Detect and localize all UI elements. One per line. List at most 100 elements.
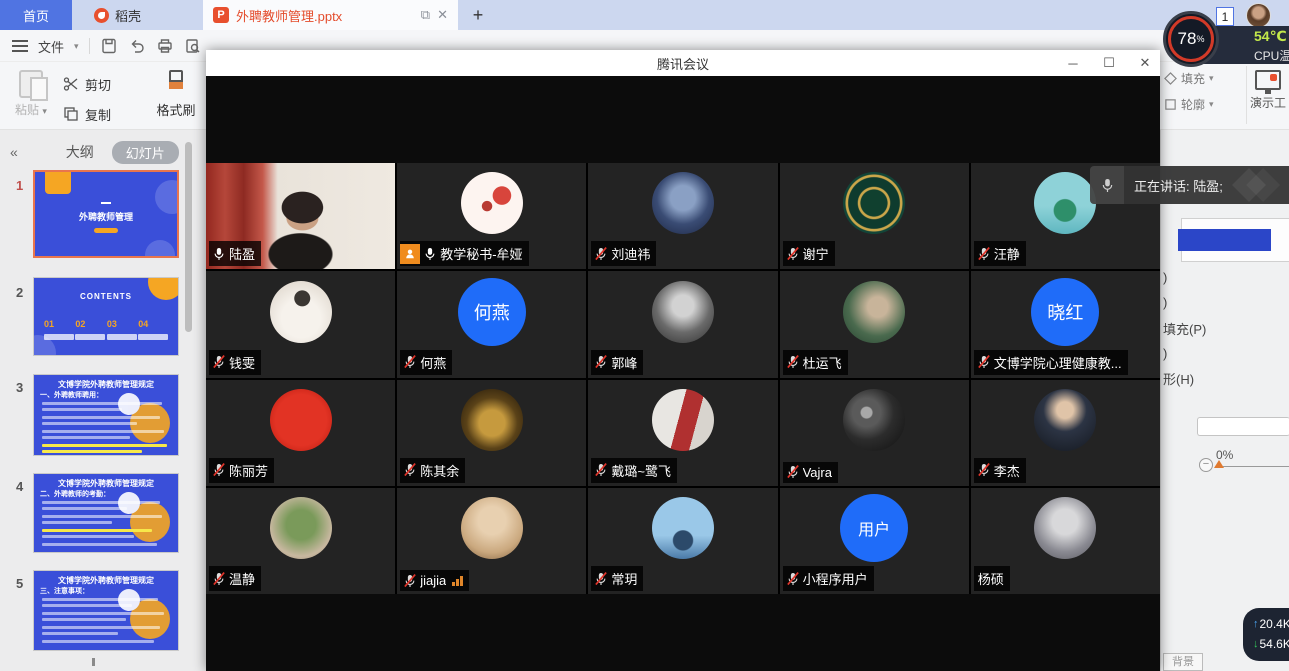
participant-nameplate: jiajia [400, 570, 469, 591]
blue-color-swatch[interactable] [1178, 229, 1271, 251]
participant-tile[interactable]: 陈丽芳 [206, 380, 395, 486]
participant-tile[interactable]: 杨硕 [971, 488, 1160, 594]
participant-tile[interactable]: 刘迪祎 [588, 163, 777, 269]
participant-name: 教学秘书-牟娅 [440, 244, 522, 263]
chevron-down-icon[interactable]: ▾ [74, 41, 79, 52]
tab-docer[interactable]: 稻壳 [72, 0, 202, 30]
mic-muted-icon [787, 572, 799, 586]
participant-tile[interactable]: Vajra [780, 380, 969, 486]
avatar [1034, 172, 1096, 234]
close-button[interactable]: ✕ [1138, 55, 1152, 71]
collapse-panel-icon[interactable]: « [10, 144, 16, 160]
participant-tile[interactable]: jiajia [397, 488, 586, 594]
cut-button[interactable]: 剪切 [62, 72, 111, 96]
participant-nameplate: 陆盈 [209, 241, 261, 266]
upload-speed: 20.4K [1260, 617, 1289, 631]
participant-name: 杜运飞 [803, 353, 842, 372]
file-menu[interactable]: 文件 [38, 37, 64, 56]
participant-nameplate: 文博学院心理健康教... [974, 350, 1128, 375]
download-speed: 54.6K [1260, 637, 1289, 651]
avatar [1034, 389, 1096, 451]
tab-docer-label: 稻壳 [115, 6, 141, 25]
monitor-icon[interactable]: ⧉ [421, 7, 430, 23]
ppt-file-icon: P [213, 7, 229, 23]
participant-name: 刘迪祎 [611, 244, 650, 263]
slide-number: 3 [16, 380, 23, 395]
participant-tile[interactable]: 杜运飞 [780, 271, 969, 377]
panel-scrollbar[interactable] [185, 142, 192, 332]
participant-tile[interactable]: 何燕 何燕 [397, 271, 586, 377]
meeting-window-title: 腾讯会议 [206, 54, 1160, 73]
close-tab-icon[interactable]: ✕ [437, 7, 448, 23]
undo-icon[interactable] [128, 37, 146, 55]
mic-muted-icon [404, 355, 416, 369]
tab-document[interactable]: P 外聘教师管理.pptx ⧉ ✕ [203, 0, 458, 30]
participant-name: 汪静 [994, 244, 1020, 263]
meeting-title-bar[interactable]: 腾讯会议 ─ ☐ ✕ [206, 50, 1160, 76]
menu-icon[interactable] [12, 40, 28, 52]
participant-name: 文博学院心理健康教... [994, 353, 1122, 372]
participant-nameplate: 李杰 [974, 458, 1026, 483]
background-button[interactable]: 背景 [1163, 653, 1203, 671]
mic-muted-icon [787, 247, 799, 261]
slide-heading: 三、注意事项： [40, 586, 89, 596]
participant-name: 温静 [229, 569, 255, 588]
fill-button[interactable]: 填充▾ [1164, 70, 1214, 87]
slide-heading: 二、外聘教师的考勤： [40, 489, 110, 499]
format-painter-button[interactable]: 格式刷 [150, 70, 202, 119]
present-tools-label: 演示工 [1250, 96, 1286, 110]
participant-nameplate: 教学秘书-牟娅 [400, 241, 528, 266]
notification-badge[interactable]: 1 [1216, 7, 1234, 26]
outline-button[interactable]: 轮廓▾ [1164, 96, 1214, 113]
avatar-initials: 何燕 [474, 299, 510, 325]
participant-name: 钱雯 [229, 353, 255, 372]
participant-tile[interactable]: 晓红 文博学院心理健康教... [971, 271, 1160, 377]
tab-outline[interactable]: 大纲 [66, 142, 94, 162]
copy-button[interactable]: 复制 [62, 102, 111, 126]
present-tools-button[interactable]: 演示工 [1246, 66, 1289, 124]
clipboard-icon [19, 70, 43, 98]
menu-item-shape[interactable]: 形(H) [1163, 369, 1194, 388]
participant-tile[interactable]: 温静 [206, 488, 395, 594]
participant-tile[interactable]: 戴璐~鹭飞 [588, 380, 777, 486]
minimize-button[interactable]: ─ [1066, 56, 1080, 71]
participant-tile[interactable]: 钱雯 [206, 271, 395, 377]
menu-item-fill[interactable]: 填充(P) [1163, 319, 1206, 338]
paste-button[interactable]: 粘贴 ▾ [10, 70, 52, 118]
contents-item: 04 [138, 319, 148, 329]
maximize-button[interactable]: ☐ [1102, 55, 1116, 71]
slide-thumbnail-3[interactable]: 文博学院外聘教师管理规定 一、外聘教师聘用： [33, 374, 179, 456]
participant-tile[interactable]: 用户 小程序用户 [780, 488, 969, 594]
save-icon[interactable] [100, 37, 118, 55]
participant-tile[interactable]: 陆盈 [206, 163, 395, 269]
participant-tile[interactable]: 教学秘书-牟娅 [397, 163, 586, 269]
avatar-initials: 用户 [858, 516, 890, 540]
slide-thumbnail-1[interactable]: 外聘教师管理 [33, 170, 179, 258]
slide-thumbnail-5[interactable]: 文博学院外聘教师管理规定 三、注意事项： [33, 570, 179, 651]
tab-slides[interactable]: 幻灯片 [112, 141, 179, 164]
tab-home[interactable]: 首页 [0, 0, 72, 30]
minus-button[interactable]: − [1199, 458, 1213, 472]
cpu-usage-gauge[interactable]: 78% [1163, 11, 1219, 67]
network-speed-overlay: ↑20.4K ↓54.6K [1243, 608, 1289, 661]
mic-muted-icon [978, 355, 990, 369]
print-preview-icon[interactable] [184, 37, 202, 55]
print-icon[interactable] [156, 37, 174, 55]
new-tab-button[interactable]: + [466, 3, 490, 27]
participant-tile[interactable]: 李杰 [971, 380, 1160, 486]
participant-tile[interactable]: 常玥 [588, 488, 777, 594]
ribbon-right-fragment: 填充▾ 轮廓▾ 演示工 [1160, 62, 1289, 130]
participant-tile[interactable]: 郭峰 [588, 271, 777, 377]
slider-track[interactable] [1223, 466, 1289, 467]
avatar [843, 389, 905, 451]
slide-thumbnail-2[interactable]: CONTENTS 01 02 03 04 [33, 277, 179, 356]
panel-resize-handle[interactable] [92, 658, 95, 666]
slide-thumbnail-4[interactable]: 文博学院外聘教师管理规定 二、外聘教师的考勤： [33, 473, 179, 553]
participant-tile[interactable]: 谢宁 [780, 163, 969, 269]
value-input[interactable] [1197, 417, 1289, 436]
present-monitor-icon [1255, 70, 1281, 90]
speaking-mic-icon [1090, 166, 1124, 204]
outline-label: 轮廓 [1181, 96, 1205, 113]
participant-tile[interactable]: 陈其余 [397, 380, 586, 486]
account-avatar[interactable] [1246, 3, 1271, 28]
